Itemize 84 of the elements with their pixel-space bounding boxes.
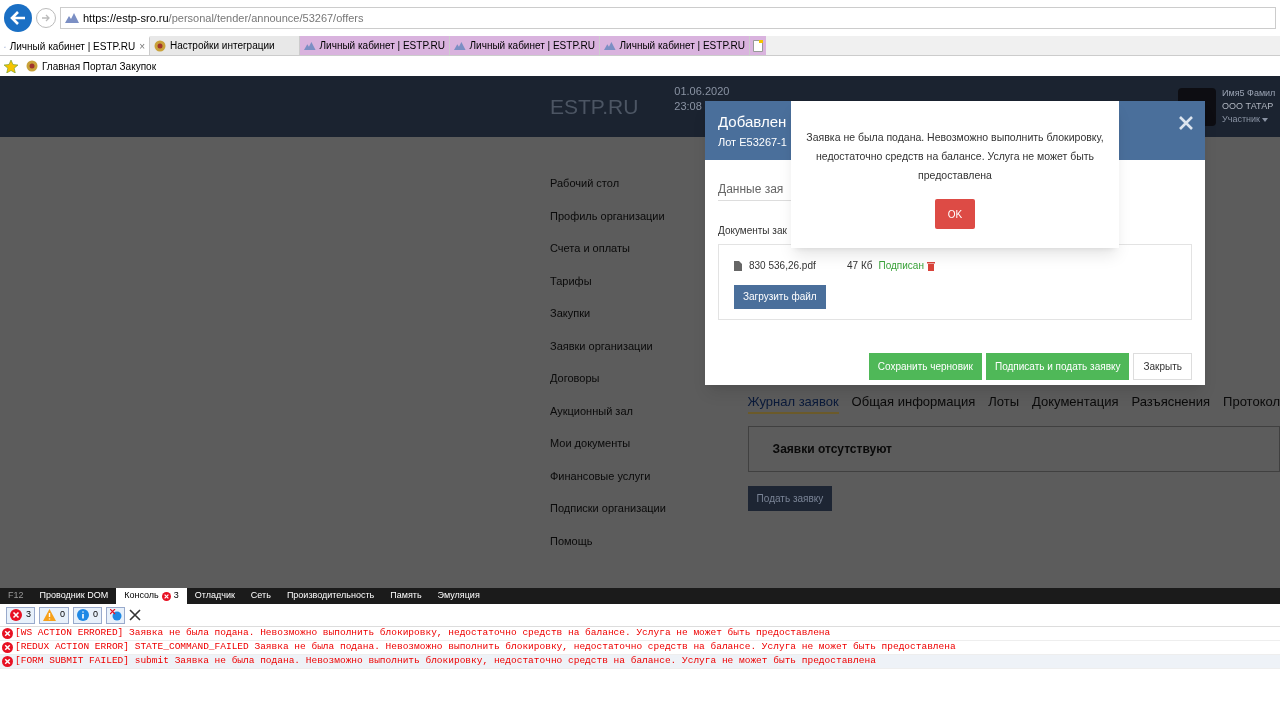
page-tab[interactable]: Журнал заявок [747, 392, 839, 414]
new-tab-button[interactable] [750, 36, 766, 55]
file-icon [734, 260, 742, 271]
browser-tab[interactable]: Личный кабинет | ESTP.RU [300, 36, 450, 55]
caret-icon [1261, 117, 1268, 122]
sidebar-link[interactable]: Помощь [550, 532, 748, 565]
devtools-tab[interactable]: Память [382, 588, 430, 604]
tab-label: Настройки интеграции [170, 39, 275, 53]
devtools-tab[interactable]: F12 [0, 588, 32, 604]
sidebar-link[interactable]: Мои документы [550, 435, 748, 468]
page-tab[interactable]: Документация [1032, 392, 1119, 414]
header-time: 23:08 [674, 99, 703, 114]
upload-file-button[interactable]: Загрузить файл [734, 284, 826, 309]
page-icon [753, 39, 763, 52]
modal-title: Добавлен [718, 113, 787, 131]
devtools-tab[interactable]: Отладчик [186, 588, 243, 604]
browser-tab[interactable]: Личный кабинет | ESTP.RU [600, 36, 750, 55]
dialog-button[interactable]: Сохранить черновик [868, 353, 982, 380]
navigate-icon [109, 609, 122, 621]
tab-label: Личный кабинет | ESTP.RU [619, 39, 745, 53]
page-tab[interactable]: Лоты [988, 392, 1019, 414]
submit-bid-button[interactable]: Подать заявку [747, 485, 833, 511]
error-count: 3 [173, 589, 179, 603]
error-text: [FORM SUBMIT FAILED] submit Заявка не была подана. Невозможно выполнить блокировку, недостаточно средств на балансе. Услуга не может быть предоставлена [15, 654, 876, 669]
modal-subtitle: Лот E53267-1 [718, 135, 787, 150]
devtools-tab[interactable]: Проводник DOM [31, 588, 117, 604]
browser-tab[interactable]: Личный кабинет | ESTP.RU × [0, 36, 150, 55]
info-icon [77, 609, 90, 621]
clear-on-navigate-button[interactable] [106, 606, 126, 624]
error-text: [REDUX ACTION ERROR] STATE_COMMAND_FAILED Заявка не была подана. Невозможно выполнить блокировку, недостаточно средств на балансе. Услуга не может быть предоставлена [15, 640, 956, 655]
warning-icon [43, 609, 56, 621]
user-name: Имя5 Фамил [1222, 87, 1277, 100]
devtools-tab[interactable]: Производительность [278, 588, 383, 604]
url-text: https://estp-sro.ru/personal/tender/announce/53267/offers [83, 10, 364, 26]
dialog-button[interactable]: Подписать и подать заявку [985, 353, 1130, 380]
error-icon [2, 642, 13, 653]
page-tab[interactable]: Общая информация [851, 392, 976, 414]
devtools-tab[interactable]: Эмуляция [429, 588, 488, 604]
console-filter[interactable]: 0 [39, 606, 70, 624]
console-filter[interactable]: 0 [73, 606, 103, 624]
address-field[interactable]: https://estp-sro.ru/personal/tender/announce/53267/offers [60, 7, 1276, 29]
left-arrow-icon [10, 11, 26, 25]
console-message[interactable]: [WS ACTION ERRORED] Заявка не была подана. Невозможно выполнить блокировку, недостаточно средств на балансе. Услуга не может быть предоставлена [0, 627, 1280, 641]
browser-tab[interactable]: Личный кабинет | ESTP.RU [450, 36, 600, 55]
emblem-icon [26, 60, 38, 72]
role-menu[interactable]: Участник [1222, 113, 1280, 126]
tab-label: Личный кабинет | ESTP.RU [469, 39, 595, 53]
browser-tab[interactable]: Настройки интеграции [150, 36, 300, 55]
error-icon [161, 591, 171, 601]
ok-button[interactable]: OK [935, 199, 975, 229]
file-name: 830 536,26.pdf [749, 259, 817, 273]
error-text: [WS ACTION ERRORED] Заявка не была подана. Невозможно выполнить блокировку, недостаточно средств на балансе. Услуга не может быть предоставлена [15, 626, 831, 641]
page-tab[interactable]: Протокол [1223, 392, 1280, 414]
sidebar-link[interactable]: Договоры [550, 370, 748, 403]
dialog-button[interactable]: Закрыть [1133, 353, 1192, 380]
trash-icon[interactable] [926, 260, 935, 271]
organization-name: ООО ТАТАР [1222, 100, 1275, 113]
back-button[interactable] [4, 4, 32, 32]
favorite-link[interactable]: Главная Портал Закупок [26, 58, 156, 74]
console-message[interactable]: [FORM SUBMIT FAILED] submit Заявка не была подана. Невозможно выполнить блокировку, недостаточно средств на балансе. Услуга не может быть предоставлена [0, 655, 1280, 669]
devtools-tab[interactable]: Консоль 3 [116, 588, 187, 604]
sidebar-link[interactable]: Подписки организации [550, 500, 748, 533]
file-size: 47 Кб [847, 259, 873, 273]
documents-label: Документы зак [718, 224, 788, 238]
console-message[interactable]: [REDUX ACTION ERROR] STATE_COMMAND_FAILED Заявка не была подана. Невозможно выполнить блокировку, недостаточно средств на балансе. Услуга не может быть предоставлена [0, 641, 1280, 655]
signed-status: Подписан [878, 259, 924, 273]
header-date: 01.06.2020 [674, 84, 730, 99]
error-icon [10, 609, 22, 621]
console-filter[interactable]: 3 [6, 606, 35, 624]
empty-message: Заявки отсутствуют [772, 440, 892, 458]
sidebar-link[interactable]: Финансовые услуги [550, 467, 748, 500]
tab-label: Личный кабинет | ESTP.RU [9, 40, 136, 54]
right-arrow-icon [41, 13, 51, 23]
emblem-icon [154, 39, 166, 52]
sidebar-link[interactable]: Аукционный зал [550, 402, 748, 435]
tab-close-button[interactable]: × [139, 39, 145, 54]
page-tab[interactable]: Разъяснения [1131, 392, 1211, 414]
devtools-tab[interactable]: Сеть [242, 588, 279, 604]
alert-message: Заявка не была подана. Невозможно выполнить блокировку, недостаточно средств на балансе. Услуга не может быть предоставлена [805, 130, 1105, 183]
close-icon[interactable] [129, 609, 142, 621]
error-icon [2, 656, 13, 667]
tab-label: Личный кабинет | ESTP.RU [319, 39, 445, 53]
star-icon[interactable] [4, 59, 18, 73]
error-icon [2, 628, 13, 639]
